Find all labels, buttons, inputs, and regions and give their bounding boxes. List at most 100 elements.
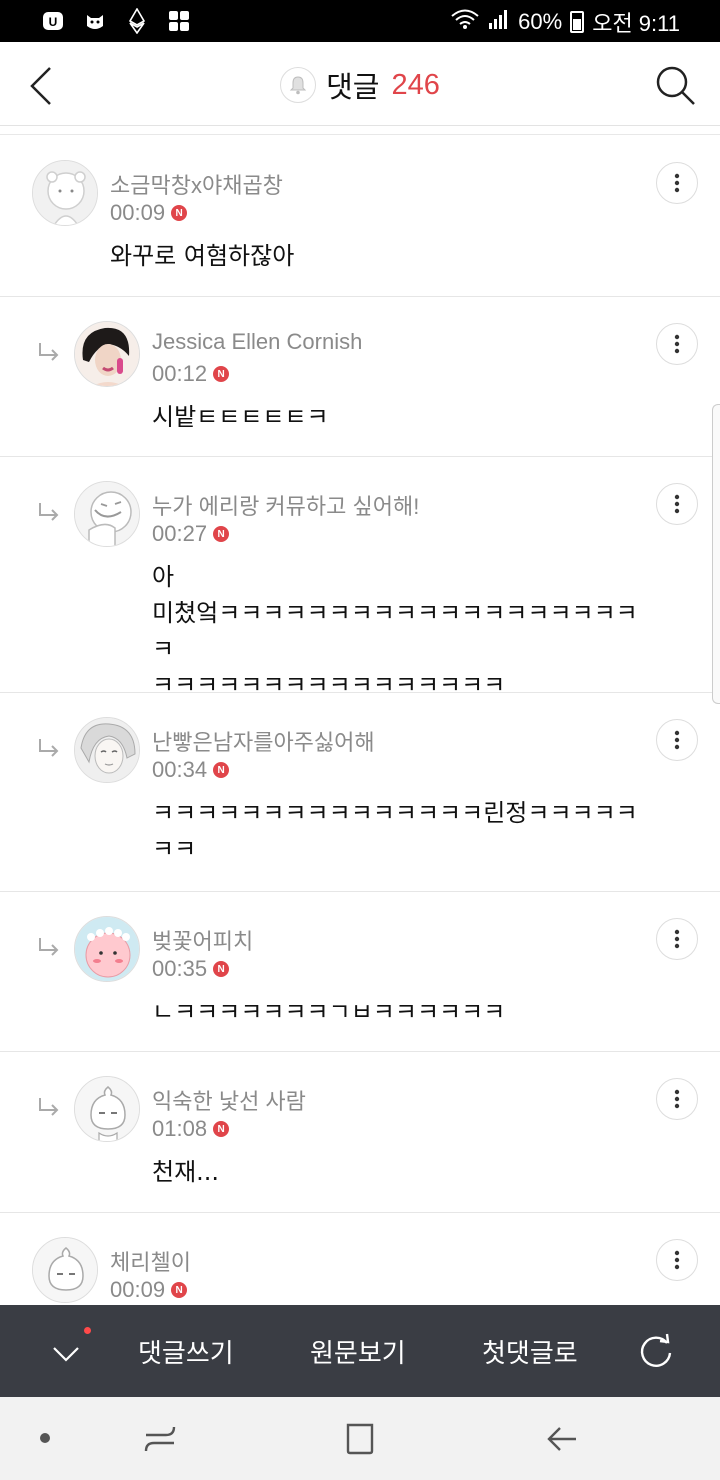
comment-text: 아 미쳤엌ㅋㅋㅋㅋㅋㅋㅋㅋㅋㅋㅋㅋㅋㅋㅋㅋㅋㅋㅋㅋ ㅋㅋㅋㅋㅋㅋㅋㅋㅋㅋㅋㅋㅋㅋ…	[152, 563, 638, 699]
comment-text: ㄴㅋㅋㅋㅋㅋㅋㅋㄱㅂㅋㅋㅋㅋㅋㅋ	[152, 998, 506, 1026]
comment-action-bar: 댓글쓰기 원문보기 첫댓글로	[0, 1305, 720, 1397]
home-button[interactable]	[340, 1419, 380, 1459]
svg-text:U: U	[49, 15, 58, 29]
comment-meta: 00:12 N	[152, 361, 230, 387]
reply-arrow-icon	[39, 503, 59, 521]
comment-username[interactable]: 체리첼이	[110, 1245, 191, 1277]
avatar[interactable]	[74, 916, 140, 982]
page-title: 댓글 246	[0, 64, 720, 106]
recent-apps-icon	[144, 1426, 176, 1452]
new-badge: N	[213, 762, 230, 778]
comment-item: 벚꽃어피치 00:35 N ㄴㅋㅋㅋㅋㅋㅋㅋㄱㅂㅋㅋㅋㅋㅋㅋ	[0, 892, 720, 1052]
comment-count: 246	[391, 68, 440, 101]
first-comment-button[interactable]: 첫댓글로	[482, 1333, 578, 1370]
view-original-button[interactable]: 원문보기	[310, 1333, 406, 1370]
more-options-button[interactable]	[656, 323, 698, 365]
comment-meta: 01:08 N	[152, 1116, 230, 1142]
nav-dot[interactable]	[40, 1433, 50, 1443]
comment-time: 00:27	[152, 521, 208, 546]
comment-time: 00:09	[110, 200, 166, 225]
new-badge: N	[213, 961, 230, 977]
battery-percent: 60%	[518, 9, 563, 34]
divider	[0, 134, 720, 135]
comment-username[interactable]: Jessica Ellen Cornish	[152, 329, 362, 355]
more-vertical-icon	[674, 730, 680, 750]
avatar[interactable]	[74, 1076, 140, 1142]
more-options-button[interactable]	[656, 918, 698, 960]
status-bar: U 60% 오전 9:11	[0, 0, 720, 42]
comment-item: 소금막창x야채곱창 00:09 N 와꾸로 여혐하잖아	[0, 136, 720, 297]
more-options-button[interactable]	[656, 1078, 698, 1120]
reply-arrow-icon	[39, 739, 59, 757]
comment-meta: 00:34 N	[152, 757, 230, 783]
avatar[interactable]	[74, 717, 140, 783]
app-header: 댓글 246	[0, 42, 720, 126]
uplus-icon: U	[40, 8, 66, 34]
search-button[interactable]	[652, 62, 700, 110]
comment-meta: 00:27 N	[152, 521, 230, 547]
cat-icon	[82, 8, 108, 34]
battery-icon	[570, 11, 585, 33]
new-badge: N	[171, 1282, 188, 1298]
more-options-button[interactable]	[656, 719, 698, 761]
refresh-icon	[640, 1333, 672, 1367]
back-nav-button[interactable]	[542, 1419, 582, 1459]
avatar[interactable]	[74, 321, 140, 387]
avatar[interactable]	[32, 1237, 98, 1303]
more-options-button[interactable]	[656, 483, 698, 525]
comment-item: Jessica Ellen Cornish 00:12 N 시밭ㅌㅌㅌㅌㅌㅋ	[0, 297, 720, 457]
more-vertical-icon	[674, 334, 680, 354]
comment-username[interactable]: 소금막창x야채곱창	[110, 168, 283, 200]
comment-meta: 00:35 N	[152, 956, 230, 982]
system-nav-bar	[0, 1397, 720, 1480]
comment-username[interactable]: 난빻은남자를아주싫어해	[152, 725, 375, 757]
search-icon	[656, 66, 695, 105]
comment-time: 00:34	[152, 757, 208, 782]
comment-text: ㅋㅋㅋㅋㅋㅋㅋㅋㅋㅋㅋㅋㅋㅋㅋ린정ㅋㅋㅋㅋㅋ ㅋㅋ	[152, 799, 638, 863]
comment-text: 시밭ㅌㅌㅌㅌㅌㅋ	[152, 403, 329, 431]
collapse-button[interactable]	[46, 1333, 86, 1373]
refresh-button[interactable]	[636, 1331, 676, 1371]
app-grid-icon	[166, 8, 192, 34]
title-label: 댓글	[326, 72, 380, 104]
reply-arrow-icon	[39, 938, 59, 956]
notification-dot	[84, 1327, 91, 1334]
more-vertical-icon	[674, 494, 680, 514]
comment-text: 천재...	[152, 1158, 220, 1186]
comment-list[interactable]: 소금막창x야채곱창 00:09 N 와꾸로 여혐하잖아 Jessica Elle…	[0, 136, 720, 1305]
new-badge: N	[213, 366, 230, 382]
new-badge: N	[213, 1121, 230, 1137]
wifi-icon	[450, 8, 480, 36]
signal-icon	[488, 8, 510, 36]
recent-apps-button[interactable]	[140, 1419, 180, 1459]
comment-item: 익숙한 낯선 사람 01:08 N 천재...	[0, 1052, 720, 1213]
comment-time: 01:08	[152, 1116, 208, 1141]
more-options-button[interactable]	[656, 162, 698, 204]
reply-arrow-icon	[39, 343, 59, 361]
comment-username[interactable]: 익숙한 낯선 사람	[152, 1084, 306, 1116]
write-comment-button[interactable]: 댓글쓰기	[138, 1333, 234, 1370]
comment-text: 와꾸로 여혐하잖아	[110, 242, 295, 270]
comment-username[interactable]: 누가 에리랑 커뮤하고 싶어해!	[152, 489, 419, 521]
comment-item: 누가 에리랑 커뮤하고 싶어해! 00:27 N 아 미쳤엌ㅋㅋㅋㅋㅋㅋㅋㅋㅋㅋ…	[0, 457, 720, 699]
more-vertical-icon	[674, 1250, 680, 1270]
more-options-button[interactable]	[656, 1239, 698, 1281]
bell-icon[interactable]	[280, 67, 317, 103]
comment-username[interactable]: 벚꽃어피치	[152, 924, 253, 956]
reply-arrow-icon	[39, 1098, 59, 1116]
comment-time: 00:12	[152, 361, 208, 386]
home-icon	[346, 1423, 374, 1455]
scrollbar[interactable]	[712, 404, 720, 704]
comment-time: 00:35	[152, 956, 208, 981]
ethereum-icon	[124, 8, 150, 34]
avatar[interactable]	[74, 481, 140, 547]
avatar[interactable]	[32, 160, 98, 226]
comment-meta: 00:09 N	[110, 200, 188, 226]
new-badge: N	[171, 205, 188, 221]
chevron-down-icon	[53, 1347, 79, 1362]
comment-meta: 00:09 N	[110, 1277, 188, 1303]
comment-time: 00:09	[110, 1277, 166, 1302]
clock: 오전 9:11	[592, 11, 680, 36]
more-vertical-icon	[674, 173, 680, 193]
more-vertical-icon	[674, 929, 680, 949]
